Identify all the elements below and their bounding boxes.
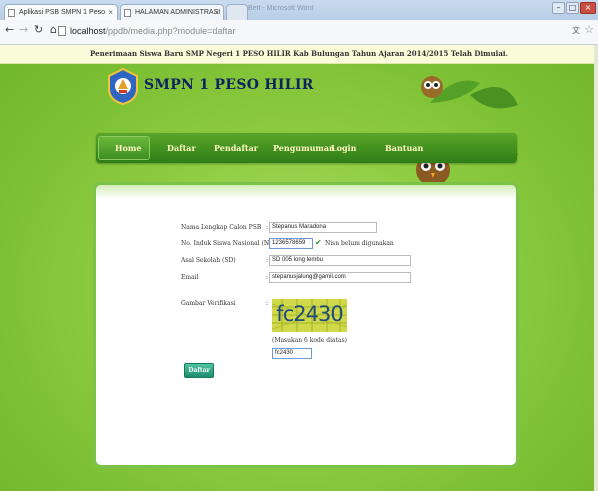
asal-sekolah-label: Asal Sekolah (SD): [181, 257, 236, 264]
daftar-button[interactable]: Daftar: [184, 363, 214, 378]
nama-label: Nama Lengkap Calon PSB: [181, 224, 262, 231]
nav-pengumuman[interactable]: Pengumuman: [273, 143, 335, 153]
tab-label: Aplikasi PSB SMPN 1 Peso: [19, 9, 105, 16]
page-icon: [8, 9, 15, 17]
registration-panel: Nama Lengkap Calon PSB : Stepanus Marado…: [93, 182, 519, 468]
school-logo: [108, 67, 138, 105]
tab-halaman-administrasi[interactable]: HALAMAN ADMINISTRASI ×: [120, 4, 224, 20]
site-title: SMPN 1 PESO HILIR: [144, 77, 314, 93]
captcha-image: fc2430: [272, 299, 347, 332]
reload-icon[interactable]: ↻: [34, 23, 43, 36]
url-path: /ppdb/media.php?module=daftar: [105, 26, 236, 36]
url-host: localhost: [70, 26, 106, 36]
colon: :: [266, 274, 269, 281]
nav-daftar[interactable]: Daftar: [167, 143, 196, 153]
nav-pendaftar[interactable]: Pendaftar: [214, 143, 258, 153]
forward-arrow-icon[interactable]: →: [19, 23, 28, 36]
nav-bantuan[interactable]: Bantuan: [385, 143, 423, 153]
page-content: Penerimaan Siswa Baru SMP Negeri 1 PESO …: [0, 45, 598, 491]
back-arrow-icon[interactable]: ←: [5, 23, 14, 36]
email-label: Email: [181, 274, 199, 281]
announcement-banner: Penerimaan Siswa Baru SMP Negeri 1 PESO …: [0, 45, 598, 64]
colon: :: [266, 224, 269, 231]
nav-login[interactable]: Login: [331, 143, 356, 153]
page-scrollbar[interactable]: [594, 45, 598, 491]
close-window-button[interactable]: ×: [580, 2, 596, 14]
colon: :: [266, 240, 269, 247]
captcha-input[interactable]: fc2430: [272, 348, 312, 359]
address-bar[interactable]: localhost/ppdb/media.php?module=daftar: [58, 24, 550, 39]
captcha-label: Gambar Verifikasi: [181, 300, 236, 307]
maximize-button[interactable]: □: [566, 2, 579, 14]
page-icon: [58, 26, 66, 36]
asal-sekolah-input[interactable]: SD 005 long lembu: [269, 255, 411, 266]
checkmark-icon: ✔: [315, 238, 322, 247]
colon: :: [266, 257, 269, 264]
browser-tab-strip: Aplikasi PSB SMPN 1 Peso × HALAMAN ADMIN…: [0, 0, 598, 20]
page-icon: [124, 9, 131, 17]
email-input[interactable]: stepanusjalung@gamil.com: [269, 272, 411, 283]
tab-label: HALAMAN ADMINISTRASI: [135, 9, 221, 16]
captcha-text: fc2430: [276, 302, 343, 326]
close-icon[interactable]: ×: [214, 5, 219, 20]
colon: :: [266, 300, 269, 307]
close-icon[interactable]: ×: [108, 5, 113, 20]
nama-input[interactable]: Stepanus Maradona: [269, 222, 377, 233]
nisn-status: Nisn belum digunakan: [325, 240, 394, 247]
home-icon[interactable]: ⌂: [50, 23, 57, 36]
browser-toolbar: ← → ↻ ⌂ localhost/ppdb/media.php?module=…: [0, 20, 598, 45]
captcha-hint: (Masukan 6 kode diatas): [272, 337, 348, 344]
nav-home[interactable]: Home: [115, 143, 141, 153]
main-nav: Home Daftar Pendaftar Pengumuman Login B…: [96, 133, 517, 163]
nisn-input[interactable]: 1236578659: [269, 238, 313, 249]
new-tab-button[interactable]: [226, 4, 248, 20]
owl-decoration: [416, 76, 518, 185]
bookmark-star-icon[interactable]: ☆: [584, 23, 594, 36]
tab-aplikasi-psb[interactable]: Aplikasi PSB SMPN 1 Peso ×: [4, 4, 118, 20]
panel-header: [96, 185, 516, 199]
translate-icon[interactable]: 文: [572, 25, 580, 36]
window-title: Bett - Microsoft Word: [248, 5, 314, 12]
minimize-button[interactable]: –: [552, 2, 565, 14]
